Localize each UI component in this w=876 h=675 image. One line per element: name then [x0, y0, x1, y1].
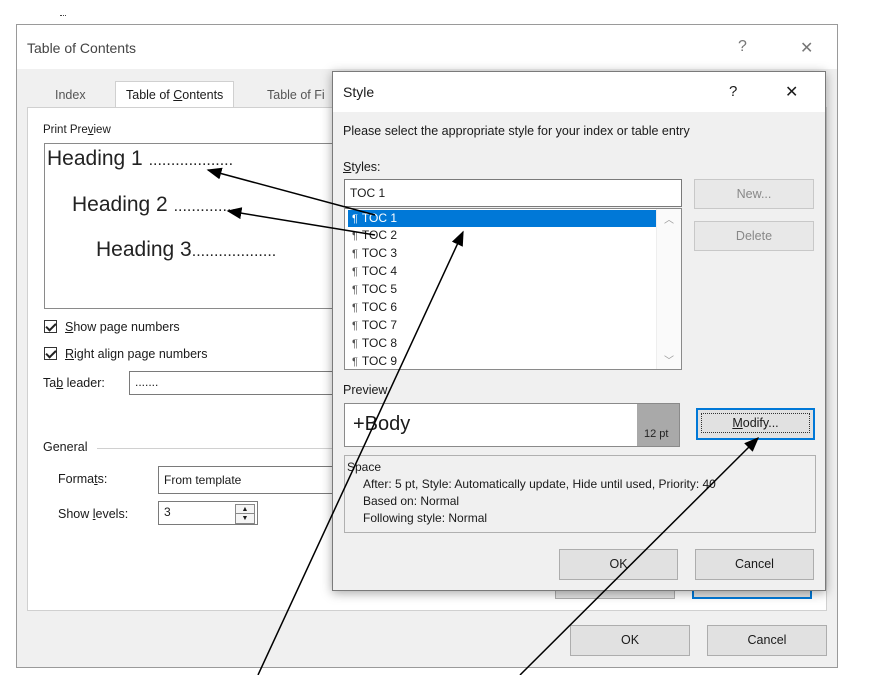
arrow-to-modify-button — [519, 436, 760, 675]
annotation-arrows — [206, 167, 760, 675]
arrow-toc1-to-heading1 — [206, 167, 376, 216]
arrow-toc2-to-heading2 — [226, 207, 376, 236]
arrow-to-styles-list — [257, 230, 464, 675]
